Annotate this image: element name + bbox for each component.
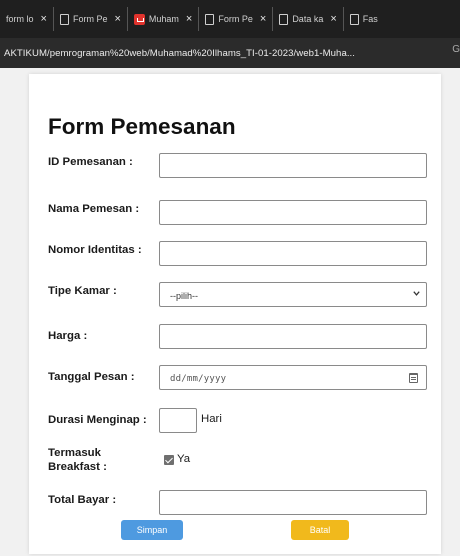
duration-label: Durasi Menginap : [48,414,147,426]
id-label: ID Pemesanan : [48,156,133,168]
identity-input[interactable] [159,241,427,266]
date-placeholder: dd/mm/yyyy [170,374,227,384]
page-icon [59,13,69,25]
price-label: Harga : [48,330,88,342]
breakfast-checkbox[interactable] [164,455,174,465]
duration-unit: Hari [201,413,222,425]
tab-title: Data ka [292,14,324,24]
browser-tab[interactable]: Data ka × [273,7,344,31]
order-date-input[interactable]: dd/mm/yyyy [159,365,427,390]
order-date-label: Tanggal Pesan : [48,371,135,383]
browser-tab[interactable]: form lo × [0,7,54,31]
browser-tab[interactable]: Fas [344,7,384,31]
close-tab-icon[interactable]: × [186,13,192,25]
name-input[interactable] [159,200,427,225]
id-input[interactable] [159,153,427,178]
tab-title: Form Pe [72,14,108,24]
browser-tab[interactable]: Form Pe × [54,7,128,31]
address-bar[interactable]: AKTIKUM/pemrograman%20web/Muhamad%20Ilha… [0,38,460,68]
identity-label: Nomor Identitas : [48,244,142,256]
pdf-icon [133,13,145,25]
chevron-down-icon [413,291,420,296]
price-input[interactable] [159,324,427,349]
tab-title: Fas [362,14,378,24]
total-label: Total Bayar : [48,494,117,506]
close-tab-icon[interactable]: × [41,13,47,25]
address-bar-edge-text: G [452,44,460,55]
cancel-button[interactable]: Batal [291,520,349,540]
name-label: Nama Pemesan : [48,203,140,215]
duration-input[interactable] [159,408,197,433]
url-text: AKTIKUM/pemrograman%20web/Muhamad%20Ilha… [4,47,355,59]
tab-title: Muham [148,14,179,24]
form-card: Form Pemesanan ID Pemesanan : Nama Pemes… [29,74,441,554]
save-button[interactable]: Simpan [121,520,183,540]
tab-title: Form Pe [218,14,253,24]
browser-tab[interactable]: Form Pe × [199,7,274,31]
page-title: Form Pemesanan [48,114,236,139]
breakfast-option-label[interactable]: Ya [177,453,190,465]
breakfast-label-line2: Breakfast : [48,461,107,473]
total-input[interactable] [159,490,427,515]
browser-tab[interactable]: Muham × [128,7,200,31]
tab-title: form lo [6,14,34,24]
close-tab-icon[interactable]: × [114,13,120,25]
page-viewport: Form Pemesanan ID Pemesanan : Nama Pemes… [0,68,460,556]
room-type-selected: --pilih-- [170,291,198,301]
tab-strip: form lo × Form Pe × Muham × Form Pe × Da… [0,0,460,38]
calendar-icon[interactable] [409,373,418,383]
close-tab-icon[interactable]: × [260,13,266,25]
page-icon [279,13,289,25]
room-type-select[interactable]: --pilih-- [159,282,427,307]
room-type-label: Tipe Kamar : [48,285,117,297]
page-icon [349,13,359,25]
page-icon [205,13,215,25]
close-tab-icon[interactable]: × [330,13,336,25]
breakfast-label-line1: Termasuk [48,447,101,459]
